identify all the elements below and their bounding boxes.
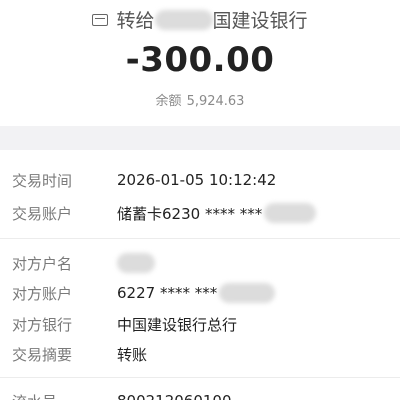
transaction-amount: -300.00 xyxy=(125,40,275,80)
serial-label: 流水号 xyxy=(12,391,57,400)
redacted-payee-account-digits xyxy=(219,283,276,303)
time-label: 交易时间 xyxy=(12,171,73,190)
detail-row-account: 交易账户 储蓄卡6230 **** *** xyxy=(0,198,400,228)
detail-row-serial: 流水号 800212060100 xyxy=(0,386,400,400)
serial-value: 800212060100 xyxy=(117,392,232,400)
detail-row-summary: 交易摘要 转账 xyxy=(0,339,400,369)
account-label: 交易账户 xyxy=(12,204,73,223)
payee-name-value xyxy=(117,253,155,273)
detail-row-payee-account: 对方账户 6227 **** *** xyxy=(0,278,400,308)
transfer-description: 转给 国建设银行 xyxy=(0,6,400,33)
payee-account-number: 6227 **** *** xyxy=(117,284,218,302)
transaction-detail-page: 转给 国建设银行 -300.00 余额 5,924.63 交易时间 2026-01… xyxy=(0,0,400,400)
detail-row-payee-name: 对方户名 xyxy=(0,248,400,278)
card-icon xyxy=(92,13,109,26)
section-divider xyxy=(0,238,400,239)
summary-label: 交易摘要 xyxy=(12,345,73,364)
time-value: 2026-01-05 10:12:42 xyxy=(117,171,277,189)
account-number: 储蓄卡6230 **** *** xyxy=(117,204,263,223)
balance-line: 余额 5,924.63 xyxy=(0,90,400,109)
balance-label: 余额 xyxy=(155,94,182,109)
detail-row-time: 交易时间 2026-01-05 10:12:42 xyxy=(0,165,400,195)
payee-name-label: 对方户名 xyxy=(12,254,73,273)
transaction-summary-card: 转给 国建设银行 -300.00 余额 5,924.63 xyxy=(0,0,400,126)
balance-value: 5,924.63 xyxy=(186,94,245,109)
account-value: 储蓄卡6230 **** *** xyxy=(117,203,317,224)
redacted-payee-full-name xyxy=(117,253,155,273)
transfer-prefix: 转给 xyxy=(116,10,155,32)
transfer-suffix: 国建设银行 xyxy=(212,10,308,32)
payee-bank-value: 中国建设银行总行 xyxy=(117,315,238,334)
summary-value: 转账 xyxy=(117,345,148,364)
detail-row-payee-bank: 对方银行 中国建设银行总行 xyxy=(0,309,400,339)
payee-account-value: 6227 **** *** xyxy=(117,283,276,303)
transaction-details-card: 交易时间 2026-01-05 10:12:42 交易账户 储蓄卡6230 **… xyxy=(0,150,400,400)
payee-bank-label: 对方银行 xyxy=(12,315,73,334)
redacted-payee-name xyxy=(154,9,213,30)
payee-account-label: 对方账户 xyxy=(12,284,73,303)
section-divider xyxy=(0,377,400,378)
redacted-account-digits xyxy=(264,203,317,223)
